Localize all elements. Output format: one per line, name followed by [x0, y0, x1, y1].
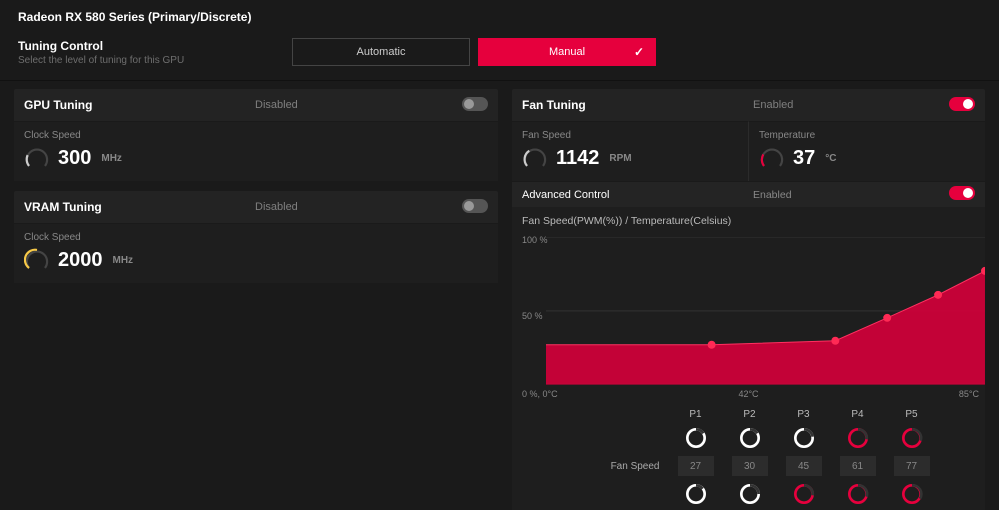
fan-speed-value: 1142: [556, 147, 599, 170]
manual-label: Manual: [549, 46, 585, 58]
vram-tuning-title: VRAM Tuning: [14, 200, 255, 214]
p5-temp-dial[interactable]: [900, 482, 924, 506]
p2-temp-dial[interactable]: [738, 482, 762, 506]
fan-curve-title: Fan Speed(PWM(%)) / Temperature(Celsius): [512, 207, 985, 229]
gpu-tuning-panel: GPU Tuning Disabled Clock Speed 300 MHz: [14, 89, 498, 181]
fan-speed-dial-icon: [522, 145, 548, 171]
vram-clock-cell: Clock Speed 2000 MHz: [14, 223, 498, 283]
y-axis-50: 50 %: [522, 311, 543, 321]
fan-curve-svg: [546, 237, 985, 385]
gpu-clock-unit: MHz: [101, 153, 122, 164]
fan-tuning-toggle[interactable]: [949, 97, 975, 111]
p3-temp-dial[interactable]: [792, 482, 816, 506]
gpu-clock-cell: Clock Speed 300 MHz: [14, 121, 498, 181]
fan-tuning-status: Enabled: [753, 99, 949, 111]
p3-fan-value[interactable]: 45: [786, 456, 822, 476]
vram-tuning-toggle[interactable]: [462, 199, 488, 213]
vram-tuning-panel: VRAM Tuning Disabled Clock Speed 2000 M: [14, 191, 498, 283]
p1-fan-dial[interactable]: [684, 426, 708, 450]
p4-temp-dial[interactable]: [846, 482, 870, 506]
check-icon: ✓: [634, 45, 644, 59]
fan-curve-section: Fan Speed(PWM(%)) / Temperature(Celsius)…: [512, 207, 985, 510]
vram-clock-dial-icon: [24, 247, 50, 273]
advanced-control-toggle[interactable]: [949, 186, 975, 200]
p2-header: P2: [728, 409, 772, 420]
gpu-tuning-status: Disabled: [255, 99, 462, 111]
p1-fan-value[interactable]: 27: [678, 456, 714, 476]
x-axis-0: 0 %, 0°C: [522, 389, 558, 399]
x-axis-end: 85°C: [959, 389, 979, 399]
vram-clock-value: 2000: [58, 249, 103, 272]
p3-header: P3: [782, 409, 826, 420]
fan-speed-unit: RPM: [609, 153, 631, 164]
tuning-control-label: Tuning Control Select the level of tunin…: [18, 39, 292, 66]
fan-tuning-title: Fan Tuning: [512, 98, 753, 112]
tuning-control-row: Tuning Control Select the level of tunin…: [0, 32, 999, 81]
gpu-tuning-toggle[interactable]: [462, 97, 488, 111]
temperature-value: 37: [793, 147, 815, 170]
fan-points-grid: P1 P2 P3 P4 P5 Fan Speed 27 30 45 61: [512, 401, 985, 510]
vram-clock-label: Clock Speed: [24, 232, 488, 243]
gpu-clock-label: Clock Speed: [24, 130, 488, 141]
vram-tuning-status: Disabled: [255, 201, 462, 213]
tuning-control-title: Tuning Control: [18, 39, 292, 53]
fan-tuning-panel: Fan Tuning Enabled Fan Speed 1142 RPM: [512, 89, 985, 510]
p1-header: P1: [674, 409, 718, 420]
temperature-dial-icon: [759, 145, 785, 171]
x-axis-mid: 42°C: [738, 389, 758, 399]
gpu-tuning-title: GPU Tuning: [14, 98, 255, 112]
automatic-button[interactable]: Automatic: [292, 38, 470, 66]
fan-curve-chart[interactable]: 100 % 50 % 0 %, 0°C 42°C 85°C: [512, 233, 985, 401]
p5-fan-value[interactable]: 77: [894, 456, 930, 476]
manual-button[interactable]: Manual ✓: [478, 38, 656, 66]
p4-header: P4: [836, 409, 880, 420]
p1-temp-dial[interactable]: [684, 482, 708, 506]
advanced-control-status: Enabled: [753, 189, 949, 201]
p3-fan-dial[interactable]: [792, 426, 816, 450]
temperature-label: Temperature: [759, 130, 975, 141]
temperature-unit: °C: [825, 153, 836, 164]
p5-header: P5: [890, 409, 934, 420]
vram-clock-unit: MHz: [113, 255, 134, 266]
gpu-header: Radeon RX 580 Series (Primary/Discrete): [0, 0, 999, 32]
p2-fan-value[interactable]: 30: [732, 456, 768, 476]
gpu-clock-dial-icon: [24, 145, 50, 171]
tuning-control-subtitle: Select the level of tuning for this GPU: [18, 55, 292, 66]
fan-speed-cell: Fan Speed 1142 RPM: [512, 121, 749, 181]
p2-fan-dial[interactable]: [738, 426, 762, 450]
gpu-clock-value: 300: [58, 147, 91, 170]
p4-fan-value[interactable]: 61: [840, 456, 876, 476]
temperature-cell: Temperature 37 °C: [749, 121, 985, 181]
advanced-control-header: Advanced Control Enabled: [512, 181, 985, 207]
p5-fan-dial[interactable]: [900, 426, 924, 450]
y-axis-100: 100 %: [522, 235, 548, 245]
advanced-control-title: Advanced Control: [512, 189, 753, 201]
fan-speed-row-label: Fan Speed: [564, 461, 664, 472]
automatic-label: Automatic: [357, 46, 406, 58]
p4-fan-dial[interactable]: [846, 426, 870, 450]
fan-speed-label: Fan Speed: [522, 130, 738, 141]
